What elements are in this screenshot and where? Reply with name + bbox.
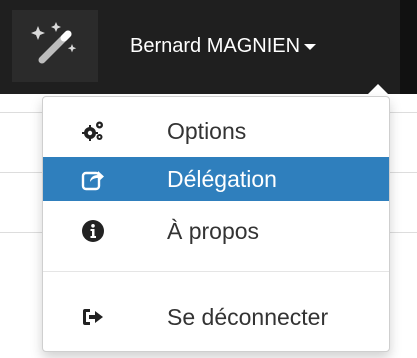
user-dropdown-menu: Options Délégation À propos Se déconnect… xyxy=(42,96,390,352)
dropdown-caret xyxy=(366,84,390,96)
top-navbar: Bernard MAGNIEN xyxy=(0,0,417,94)
menu-item-label: Options xyxy=(167,117,247,144)
menu-divider xyxy=(43,271,389,272)
sign-out-icon xyxy=(83,309,103,325)
navbar-edge xyxy=(400,0,417,94)
magic-wand-button[interactable] xyxy=(12,10,98,82)
menu-item-label: À propos xyxy=(167,217,260,244)
menu-item-label: Délégation xyxy=(167,165,277,192)
share-square-icon xyxy=(81,171,104,191)
menu-item-about[interactable]: À propos xyxy=(43,209,389,253)
user-name: Bernard MAGNIEN xyxy=(130,34,301,57)
user-menu-toggle[interactable]: Bernard MAGNIEN xyxy=(130,24,317,68)
caret-down-icon xyxy=(304,44,317,50)
magic-wand-icon xyxy=(31,22,77,64)
info-circle-icon xyxy=(82,220,104,242)
menu-item-options[interactable]: Options xyxy=(43,109,389,153)
menu-item-logout[interactable]: Se déconnecter xyxy=(43,295,389,339)
gears-icon xyxy=(82,121,103,141)
menu-item-delegation[interactable]: Délégation xyxy=(43,157,389,201)
menu-item-label: Se déconnecter xyxy=(167,303,329,330)
